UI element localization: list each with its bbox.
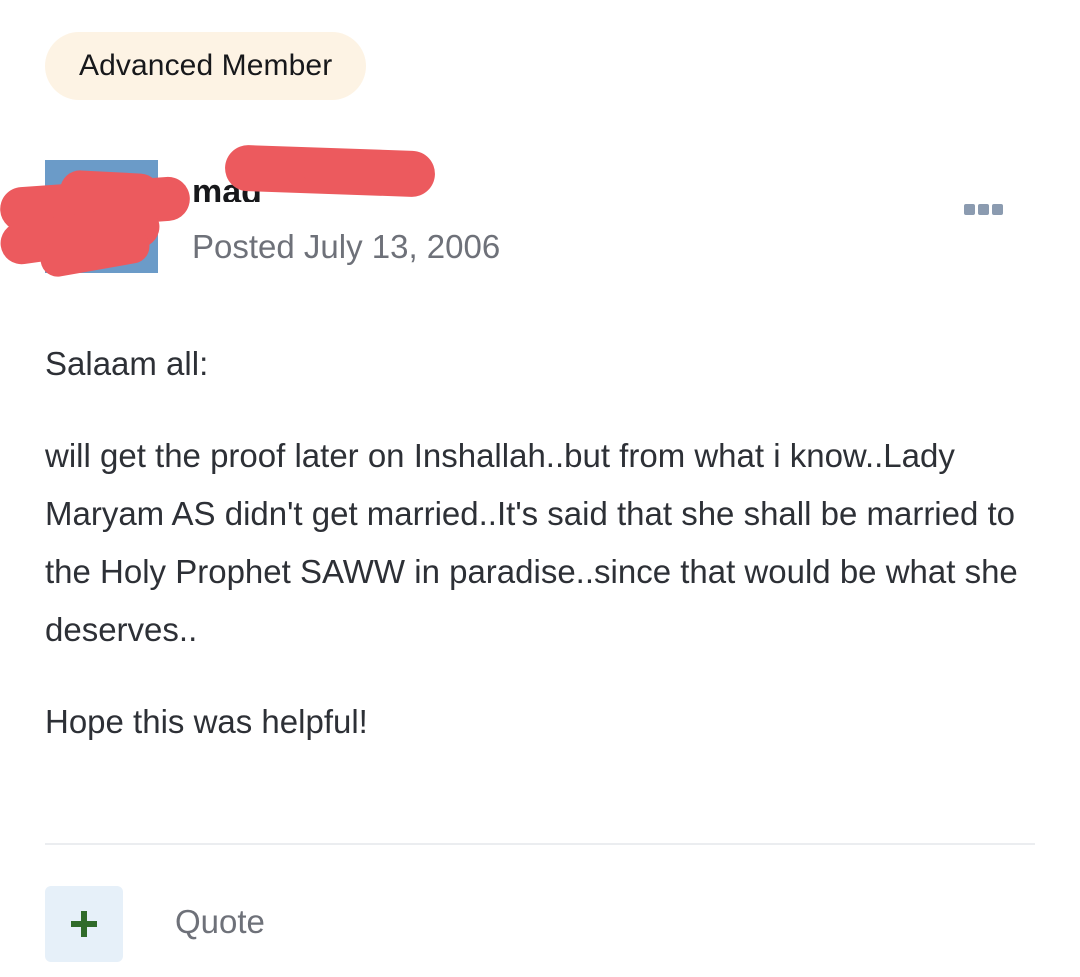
post-paragraph: Hope this was helpful!	[45, 703, 368, 740]
quote-button[interactable]: Quote	[175, 903, 265, 941]
post-paragraph: will get the proof later on Inshallah..b…	[45, 437, 1018, 648]
more-options-icon[interactable]	[964, 204, 1003, 215]
plus-icon	[71, 911, 97, 937]
divider	[45, 843, 1035, 845]
post-header: maq Posted July 13, 2006	[45, 160, 1035, 275]
member-rank-label: Advanced Member	[79, 49, 333, 82]
member-rank-badge: Advanced Member	[45, 32, 367, 100]
post-content: Salaam all: will get the proof later on …	[45, 335, 1035, 785]
forum-post-page: Advanced Member maq Posted July 13, 2006…	[0, 0, 1080, 977]
post-date: Posted July 13, 2006	[192, 228, 501, 265]
react-button[interactable]	[45, 886, 123, 962]
redaction-mark	[300, 158, 410, 180]
redaction-mark	[59, 169, 161, 215]
post-paragraph: Salaam all:	[45, 345, 209, 382]
